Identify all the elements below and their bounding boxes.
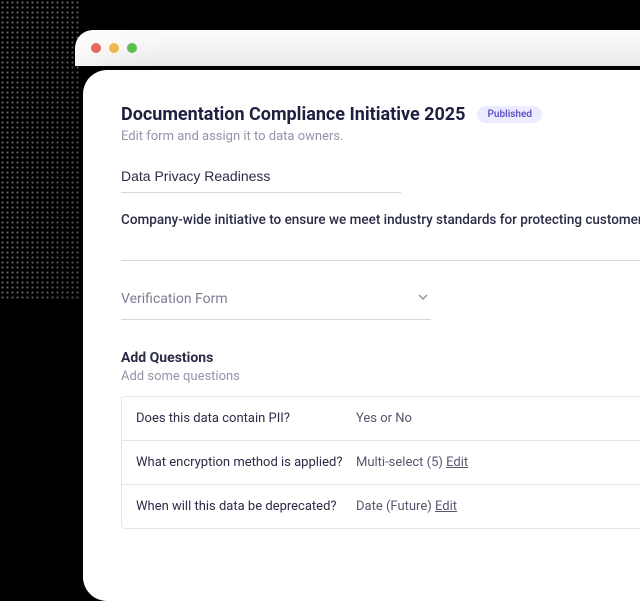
edit-answer-link[interactable]: Edit	[446, 455, 468, 470]
initiative-form-card: Documentation Compliance Initiative 2025…	[83, 70, 640, 601]
form-type-value: Verification Form	[121, 291, 228, 307]
question-row: When will this data be deprecated?Date (…	[122, 484, 640, 528]
questions-subheading: Add some questions	[121, 369, 640, 384]
window-minimize-dot[interactable]	[109, 43, 119, 53]
page-subtitle: Edit form and assign it to data owners.	[121, 129, 640, 144]
initiative-name-input[interactable]	[121, 162, 401, 193]
window-zoom-dot[interactable]	[127, 43, 137, 53]
form-type-select[interactable]: Verification Form	[121, 283, 431, 320]
question-answer-type: Date (Future) Edit	[356, 499, 556, 514]
browser-window-chrome	[75, 30, 640, 66]
initiative-description-input[interactable]	[121, 207, 640, 261]
question-text: What encryption method is applied?	[136, 455, 356, 470]
questions-heading: Add Questions	[121, 350, 640, 366]
question-answer-type: Multi-select (5) Edit	[356, 455, 556, 470]
window-close-dot[interactable]	[91, 43, 101, 53]
status-badge: Published	[477, 106, 542, 123]
chevron-down-icon	[415, 289, 431, 309]
edit-answer-link[interactable]: Edit	[435, 499, 457, 514]
question-text: When will this data be deprecated?	[136, 499, 356, 514]
questions-list: Does this data contain PII?Yes or NoMand…	[121, 396, 640, 529]
question-row: Does this data contain PII?Yes or NoMand…	[122, 397, 640, 440]
question-row: What encryption method is applied?Multi-…	[122, 440, 640, 484]
page-title: Documentation Compliance Initiative 2025	[121, 104, 465, 125]
question-answer-type: Yes or No	[356, 411, 556, 426]
question-text: Does this data contain PII?	[136, 411, 356, 426]
